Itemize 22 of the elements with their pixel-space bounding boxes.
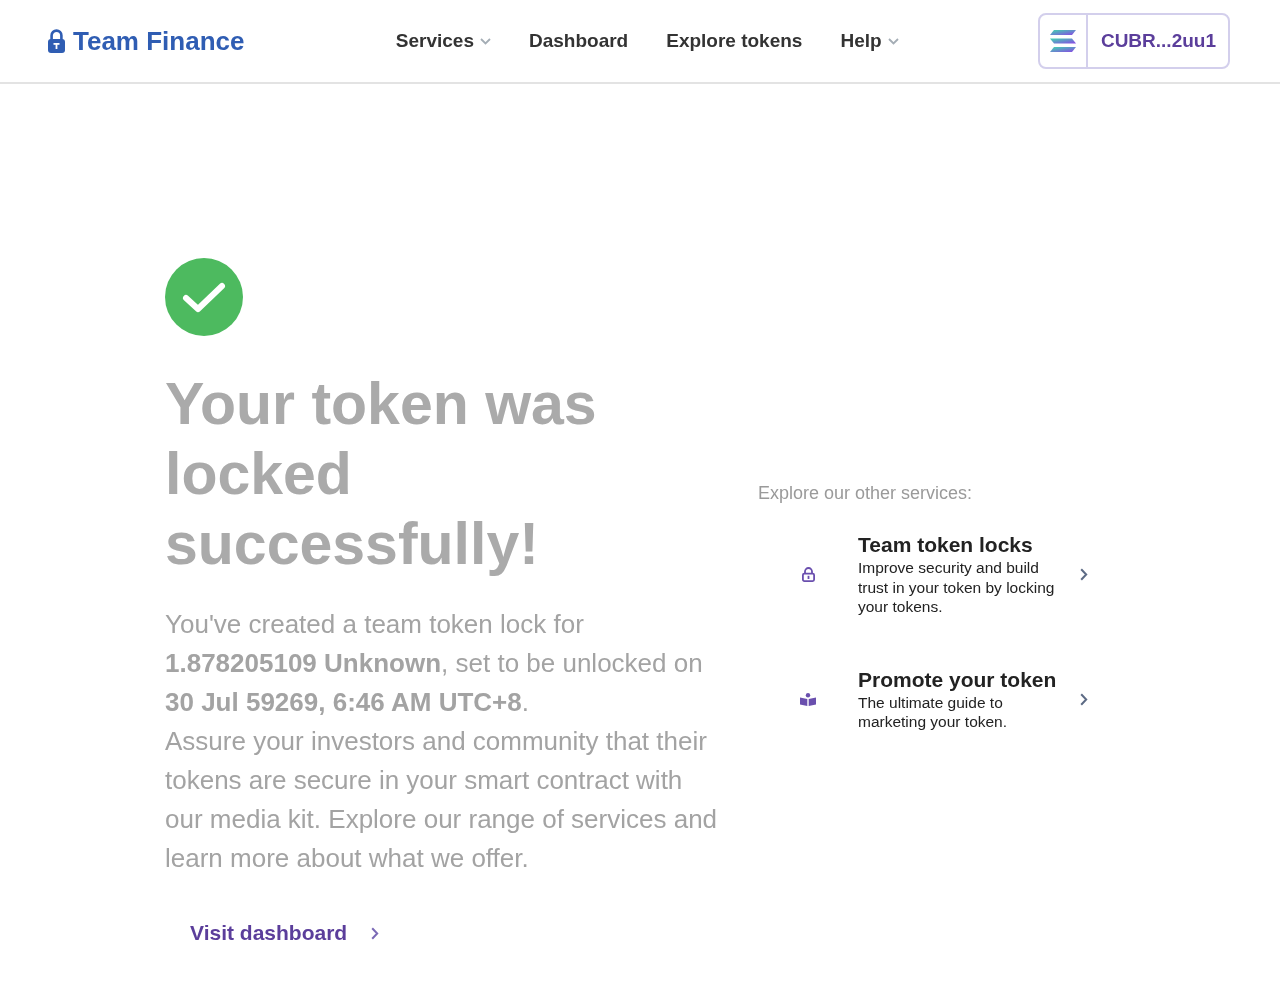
wallet-button[interactable]: CUBR...2uu1	[1037, 13, 1230, 69]
lock-summary-text: Assure your investors and community that their tokens are secure in your smart contract with our media kit. Explore our range of services and learn more about what we offer.	[165, 725, 719, 875]
service-title[interactable]: Team token locks	[858, 532, 1070, 559]
visit-dashboard-link[interactable]: Visit dashboard	[165, 909, 405, 957]
chevron-right-icon[interactable]	[1080, 568, 1088, 581]
lock-summary-text: You've created a team token lock for 1.878205109 Unknown, set to be unlocked on 30 Jul 59269, 6:46 AM UTC+8.	[165, 608, 704, 719]
nav-link[interactable]: Explore tokens	[666, 30, 803, 52]
nav-link[interactable]: Dashboard	[528, 30, 629, 52]
service-description: The ultimate guide to marketing your token.	[858, 692, 1009, 732]
padlock-icon	[801, 567, 815, 582]
nav-link[interactable]: Help	[840, 30, 899, 52]
chevron-right-icon[interactable]	[1080, 692, 1088, 706]
padlock-icon	[48, 29, 65, 53]
chevron-right-icon	[371, 926, 380, 940]
reading-person-icon	[800, 692, 816, 706]
service-description: Improve security and build trust in your token by locking your tokens.	[858, 558, 1056, 617]
services-heading: Explore our other services:	[758, 483, 974, 505]
nav-link[interactable]: Services	[395, 30, 491, 52]
success-heading: Your token was locked successfully!	[165, 370, 598, 579]
layered-stripes-icon	[1049, 30, 1076, 52]
logo-link[interactable]: Team Finance	[48, 25, 245, 57]
service-title[interactable]: Promote your token	[858, 666, 1070, 693]
